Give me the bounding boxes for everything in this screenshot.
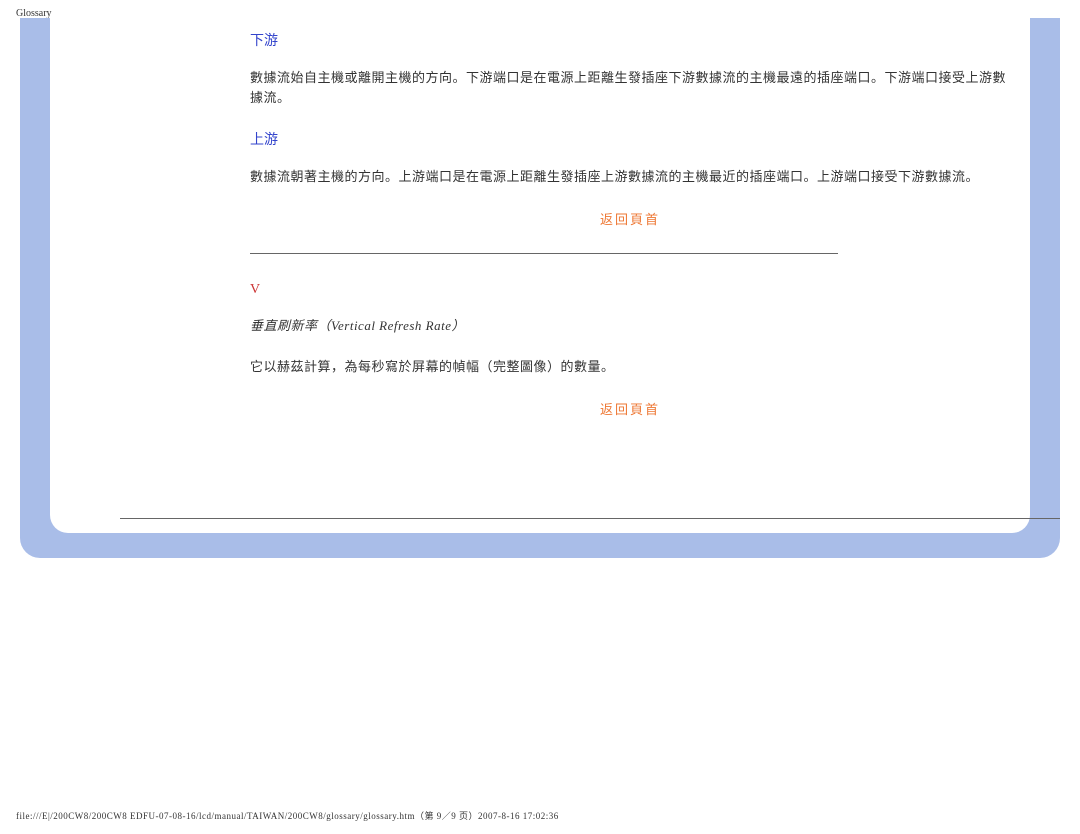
v-section: V 垂直刷新率（Vertical Refresh Rate） 它以赫茲計算，為每… xyxy=(250,282,1010,377)
return-to-top-link-1[interactable]: 返回頁首 xyxy=(250,209,1010,228)
content-inner: 下游 數據流始自主機或離開主機的方向。下游端口是在電源上距離生發插座下游數據流的… xyxy=(50,18,1030,519)
return-to-top-link-2[interactable]: 返回頁首 xyxy=(250,399,1010,418)
upstream-heading: 上游 xyxy=(250,129,1010,149)
content-area: 下游 數據流始自主機或離開主機的方向。下游端口是在電源上距離生發插座下游數據流的… xyxy=(50,18,1030,533)
v-heading: V xyxy=(250,282,1010,298)
bottom-divider xyxy=(120,518,1060,519)
page-footer-path: file:///E|/200CW8/200CW8 EDFU-07-08-16/l… xyxy=(16,809,559,822)
upstream-body: 數據流朝著主機的方向。上游端口是在電源上距離生發插座上游數據流的主機最近的插座端… xyxy=(250,167,1010,187)
v-term: 垂直刷新率（Vertical Refresh Rate） xyxy=(250,316,1010,336)
v-body: 它以赫茲計算，為每秒寫於屏幕的幀幅（完整圖像）的數量。 xyxy=(250,357,1010,377)
downstream-heading: 下游 xyxy=(250,30,1010,50)
page-container: 下游 數據流始自主機或離開主機的方向。下游端口是在電源上距離生發插座下游數據流的… xyxy=(20,18,1060,558)
downstream-section: 下游 數據流始自主機或離開主機的方向。下游端口是在電源上距離生發插座下游數據流的… xyxy=(250,18,1010,107)
downstream-body: 數據流始自主機或離開主機的方向。下游端口是在電源上距離生發插座下游數據流的主機最… xyxy=(250,68,1010,107)
upstream-section: 上游 數據流朝著主機的方向。上游端口是在電源上距離生發插座上游數據流的主機最近的… xyxy=(250,129,1010,187)
divider xyxy=(250,253,838,254)
